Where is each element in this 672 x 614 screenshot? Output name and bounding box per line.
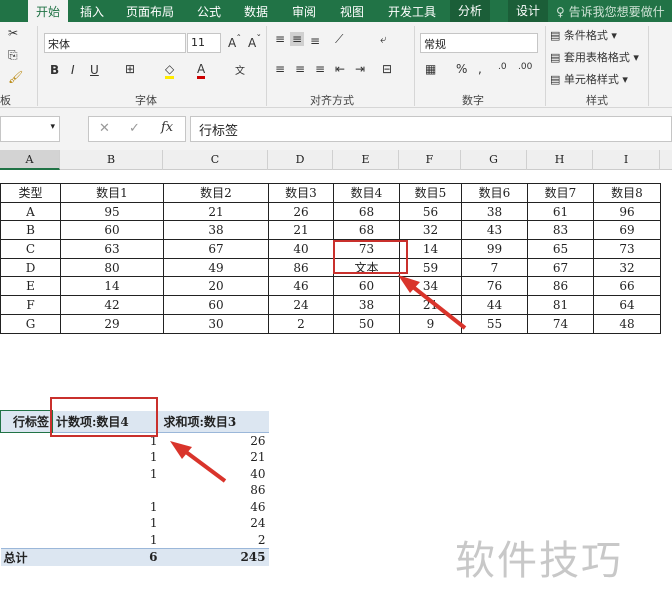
arrow-line-1 [406,281,467,330]
watermark: 软件技巧 [455,538,623,584]
arrow-line-2 [180,447,227,483]
annotation-arrows [170,275,467,483]
